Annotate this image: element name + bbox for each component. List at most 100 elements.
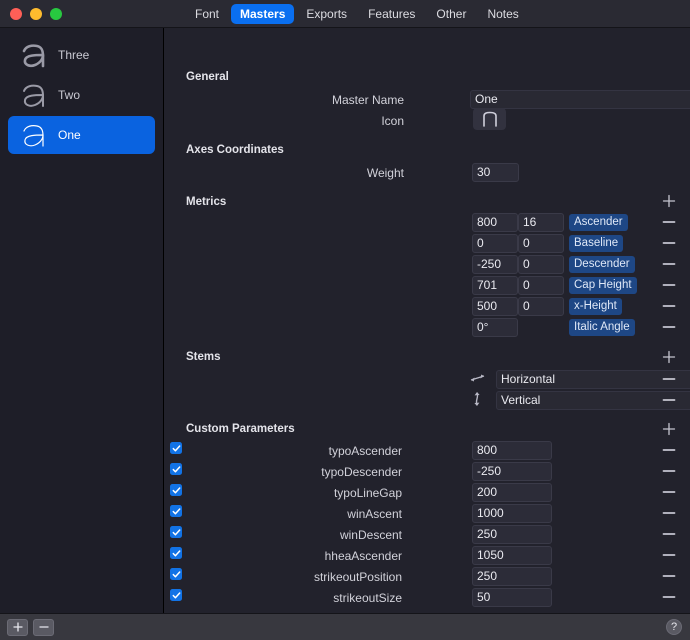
metric-name-badge[interactable]: Ascender — [569, 214, 628, 231]
custom-parameter-value-input[interactable]: 800 — [472, 441, 552, 460]
sidebar-item-three[interactable]: Three — [8, 36, 155, 74]
tab-other[interactable]: Other — [427, 4, 475, 24]
minus-icon — [38, 626, 49, 628]
custom-parameter-value-input[interactable]: 1000 — [472, 504, 552, 523]
custom-parameter-checkbox[interactable] — [170, 484, 182, 496]
custom-parameter-value-input[interactable]: -250 — [472, 462, 552, 481]
master-name-label: Master Name — [331, 93, 404, 107]
tab-masters[interactable]: Masters — [231, 4, 295, 24]
remove-custom-parameter-button[interactable] — [660, 504, 678, 522]
letter-a-icon — [14, 120, 54, 150]
metric-overshoot-input[interactable]: 0 — [518, 276, 564, 295]
horizontal-stem-icon — [469, 369, 487, 387]
master-detail-panel: General Master Name One Icon Axes Coordi… — [164, 28, 690, 613]
title-bar: Font Masters Exports Features Other Note… — [0, 0, 690, 28]
remove-custom-parameter-button[interactable] — [660, 483, 678, 501]
custom-parameter-checkbox[interactable] — [170, 505, 182, 517]
remove-metric-button[interactable] — [660, 255, 678, 273]
window-footer: ? — [0, 613, 690, 640]
remove-custom-parameter-button[interactable] — [660, 462, 678, 480]
custom-parameter-value-input[interactable]: 50 — [472, 588, 552, 607]
custom-parameter-checkbox[interactable] — [170, 526, 182, 538]
metric-overshoot-input[interactable]: 0 — [518, 234, 564, 253]
custom-parameter-name: typoAscender — [328, 444, 402, 458]
tab-notes[interactable]: Notes — [478, 4, 527, 24]
remove-custom-parameter-button[interactable] — [660, 525, 678, 543]
letter-a-icon — [14, 80, 54, 110]
custom-parameter-value-input[interactable]: 1050 — [472, 546, 552, 565]
window-body: Three Two One General Master Name One Ic… — [0, 28, 690, 613]
master-icon-well[interactable] — [473, 108, 506, 130]
master-name-input[interactable]: One — [470, 90, 690, 109]
metric-overshoot-input[interactable]: 0 — [518, 255, 564, 274]
traffic-light-group — [0, 7, 62, 20]
remove-metric-button[interactable] — [660, 318, 678, 336]
custom-parameter-checkbox[interactable] — [170, 442, 182, 454]
metrics-section-heading: Metrics — [186, 196, 227, 208]
custom-parameter-value-input[interactable]: 250 — [472, 525, 552, 544]
tab-features[interactable]: Features — [359, 4, 424, 24]
custom-parameter-name: winDescent — [339, 528, 402, 542]
close-window-button[interactable] — [10, 7, 22, 20]
plus-icon — [12, 622, 23, 632]
stems-section-heading: Stems — [186, 351, 221, 363]
add-metric-button[interactable] — [660, 192, 678, 210]
remove-metric-button[interactable] — [660, 213, 678, 231]
metric-value-input[interactable]: 701 — [472, 276, 518, 295]
metric-value-input[interactable]: 0 — [472, 234, 518, 253]
sidebar-item-one[interactable]: One — [8, 116, 155, 154]
custom-parameter-checkbox[interactable] — [170, 547, 182, 559]
custom-parameter-checkbox[interactable] — [170, 568, 182, 580]
custom-parameter-name: typoDescender — [321, 465, 402, 479]
custom-parameter-checkbox[interactable] — [170, 589, 182, 601]
remove-metric-button[interactable] — [660, 297, 678, 315]
custom-parameter-value-input[interactable]: 200 — [472, 483, 552, 502]
metric-name-badge[interactable]: Cap Height — [569, 277, 637, 294]
metric-name-badge[interactable]: Descender — [569, 256, 635, 273]
metric-name-badge[interactable]: x-Height — [569, 298, 622, 315]
masters-window: Font Masters Exports Features Other Note… — [0, 0, 690, 640]
custom-parameter-checkbox[interactable] — [170, 463, 182, 475]
weight-axis-label: Weight — [366, 166, 404, 180]
metric-name-badge[interactable]: Italic Angle — [569, 319, 635, 336]
remove-metric-button[interactable] — [660, 276, 678, 294]
custom-parameter-name: strikeoutPosition — [313, 570, 402, 584]
vertical-stem-icon — [469, 390, 487, 408]
metric-overshoot-input[interactable]: 16 — [518, 213, 564, 232]
sidebar-item-label: Two — [58, 88, 81, 102]
remove-custom-parameter-button[interactable] — [660, 588, 678, 606]
add-stem-button[interactable] — [660, 348, 678, 366]
metric-value-input[interactable]: 500 — [472, 297, 518, 316]
custom-parameters-section-heading: Custom Parameters — [186, 423, 295, 435]
metric-name-badge[interactable]: Baseline — [569, 235, 624, 252]
custom-parameter-name: hheaAscender — [324, 549, 402, 563]
remove-stem-button[interactable] — [660, 370, 678, 388]
tab-exports[interactable]: Exports — [297, 4, 356, 24]
icon-label: Icon — [381, 114, 404, 128]
metric-value-input[interactable]: 800 — [472, 213, 518, 232]
custom-parameter-value-input[interactable]: 250 — [472, 567, 552, 586]
help-button[interactable]: ? — [666, 619, 682, 635]
detail-scroll-area[interactable]: General Master Name One Icon Axes Coordi… — [164, 28, 690, 613]
remove-stem-button[interactable] — [660, 391, 678, 409]
remove-custom-parameter-button[interactable] — [660, 546, 678, 564]
remove-custom-parameter-button[interactable] — [660, 441, 678, 459]
metric-overshoot-input[interactable]: 0 — [518, 297, 564, 316]
custom-parameter-name: winAscent — [347, 507, 402, 521]
sidebar-item-label: Three — [58, 48, 90, 62]
italic-angle-input[interactable]: 0° — [472, 318, 518, 337]
weight-axis-input[interactable]: 30 — [472, 163, 519, 182]
minimize-window-button[interactable] — [30, 7, 42, 20]
remove-custom-parameter-button[interactable] — [660, 567, 678, 585]
sidebar-item-label: One — [58, 128, 81, 142]
metric-value-input[interactable]: -250 — [472, 255, 518, 274]
add-master-button[interactable] — [7, 618, 28, 636]
sidebar-item-two[interactable]: Two — [8, 76, 155, 114]
add-custom-parameter-button[interactable] — [660, 420, 678, 438]
zoom-window-button[interactable] — [50, 7, 62, 20]
remove-master-button[interactable] — [33, 618, 54, 636]
n-glyph-icon — [482, 111, 497, 127]
remove-metric-button[interactable] — [660, 234, 678, 252]
axes-section-heading: Axes Coordinates — [186, 144, 284, 156]
tab-font[interactable]: Font — [186, 4, 228, 24]
